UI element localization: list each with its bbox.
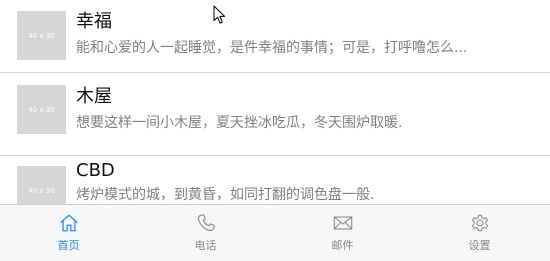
bottom-tab-bar: 首页 电话 邮件 设置 [0, 204, 550, 261]
list-item[interactable]: 40 x 30 木屋 想要这样一间小木屋，夏天挫冰吃瓜，冬天围炉取暖. [0, 73, 550, 145]
list-item-title: 木屋 [76, 86, 112, 107]
list-item-description: 想要这样一间小木屋，夏天挫冰吃瓜，冬天围炉取暖. [76, 115, 403, 131]
list-item[interactable]: 40 x 30 CBD 烤炉模式的城，到黄昏，如同打翻的调色盘一般. [0, 156, 550, 204]
phone-icon [197, 214, 215, 232]
tab-home[interactable]: 首页 [0, 205, 137, 261]
gear-icon [471, 214, 488, 232]
tab-label: 首页 [57, 239, 80, 252]
thumbnail-placeholder: 40 x 30 [17, 85, 66, 134]
list-item-title: CBD [76, 160, 115, 181]
tab-settings[interactable]: 设置 [411, 205, 548, 261]
tab-phone[interactable]: 电话 [137, 205, 274, 261]
thumbnail-size-label: 40 x 30 [28, 186, 55, 195]
mouse-cursor-icon [213, 5, 226, 24]
tab-label: 邮件 [331, 239, 354, 252]
list-item-title: 幸福 [76, 11, 112, 32]
list-item[interactable]: 40 x 30 幸福 能和心爱的人一起睡觉，是件幸福的事情；可是，打呼噜怎么..… [0, 0, 550, 72]
media-list: 40 x 30 幸福 能和心爱的人一起睡觉，是件幸福的事情；可是，打呼噜怎么..… [0, 0, 550, 204]
mail-icon [333, 216, 352, 230]
tab-label: 电话 [194, 239, 217, 252]
app-screen: 40 x 30 幸福 能和心爱的人一起睡觉，是件幸福的事情；可是，打呼噜怎么..… [0, 0, 550, 261]
list-item-description: 能和心爱的人一起睡觉，是件幸福的事情；可是，打呼噜怎么... [76, 40, 468, 56]
tab-mail[interactable]: 邮件 [274, 205, 411, 261]
thumbnail-size-label: 40 x 30 [28, 31, 55, 40]
thumbnail-placeholder: 40 x 30 [17, 166, 66, 204]
home-icon [59, 214, 78, 232]
thumbnail-placeholder: 40 x 30 [17, 11, 66, 60]
tab-label: 设置 [468, 239, 491, 252]
list-item-description: 烤炉模式的城，到黄昏，如同打翻的调色盘一般. [76, 187, 375, 203]
thumbnail-size-label: 40 x 30 [28, 105, 55, 114]
